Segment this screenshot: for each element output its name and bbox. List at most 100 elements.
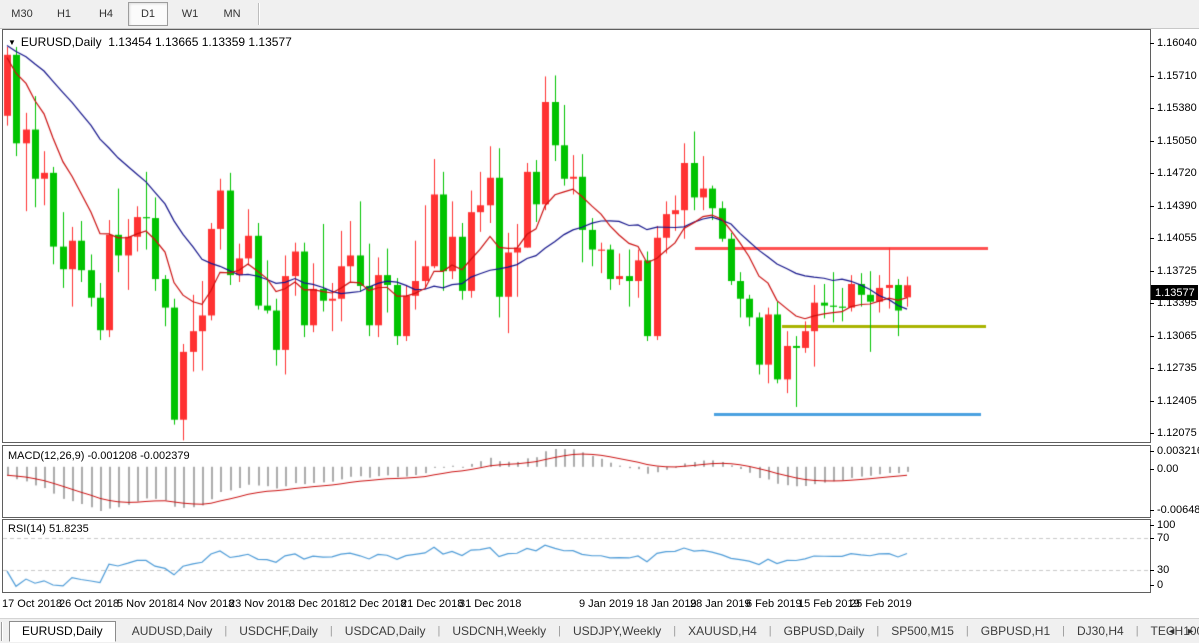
price-tick-label: 1.14055 <box>1157 232 1197 244</box>
axis-tick-dash <box>1150 368 1154 369</box>
price-tick: 1.13065 <box>1150 330 1199 342</box>
chevron-down-icon[interactable]: ▼ <box>8 38 16 47</box>
date-label: 31 Dec 2018 <box>459 598 521 610</box>
rsi-title: RSI(14) 51.8235 <box>8 523 89 535</box>
price-tick: 1.14720 <box>1150 167 1199 179</box>
rsi-tick-label: 70 <box>1157 532 1169 544</box>
axis-tick-dash <box>1150 525 1154 526</box>
tab-scroll-left-icon[interactable]: ◄ <box>1167 626 1176 637</box>
axis-tick-dash <box>1150 585 1154 586</box>
price-tick: 1.15380 <box>1150 102 1199 114</box>
price-tick: 1.16040 <box>1150 37 1199 49</box>
axis-tick-dash <box>1150 451 1154 452</box>
rsi-tick: 30 <box>1150 564 1199 576</box>
date-label: 26 Oct 2018 <box>59 598 119 610</box>
price-tick-label: 1.14720 <box>1157 167 1197 179</box>
tab-gbpusd[interactable]: GBPUSD,H1 <box>969 621 1062 642</box>
tab-dj30[interactable]: DJ30,H4 <box>1065 621 1136 642</box>
symbol-ohlc-header: ▼ EURUSD,Daily 1.13454 1.13665 1.13359 1.… <box>8 35 292 49</box>
axis-tick-dash <box>1150 401 1154 402</box>
tab-xauusd[interactable]: XAUUSD,H4 <box>676 621 769 642</box>
rsi-tick: 70 <box>1150 532 1199 544</box>
timeframe-button-mn[interactable]: MN <box>212 2 252 26</box>
rsi-indicator-pane <box>2 519 1151 593</box>
timeframe-button-h1[interactable]: H1 <box>44 2 84 26</box>
axis-tick-dash <box>1150 469 1154 470</box>
macd-tick: 0.003216 <box>1150 445 1199 457</box>
rsi-canvas[interactable] <box>3 520 1150 592</box>
date-label: 23 Nov 2018 <box>229 598 291 610</box>
date-label: 12 Dec 2018 <box>344 598 406 610</box>
price-tick-label: 1.15710 <box>1157 70 1197 82</box>
timeframe-button-d1[interactable]: D1 <box>128 2 168 26</box>
axis-tick-dash <box>1150 538 1154 539</box>
date-label: 17 Oct 2018 <box>2 598 62 610</box>
axis-tick-dash <box>1150 570 1154 571</box>
axis-tick-dash <box>1150 303 1154 304</box>
date-label: 21 Dec 2018 <box>401 598 463 610</box>
chart-tabbar: EURUSD,DailyAUDUSD,Daily|USDCHF,Daily|US… <box>0 618 1199 643</box>
price-tick: 1.15710 <box>1150 70 1199 82</box>
price-tick: 1.15050 <box>1150 135 1199 147</box>
axis-tick-dash <box>1150 173 1154 174</box>
axis-tick-dash <box>1150 76 1154 77</box>
tab-sp500[interactable]: SP500,M15 <box>879 621 966 642</box>
price-tick: 1.14390 <box>1150 200 1199 212</box>
axis-tick-dash <box>1150 206 1154 207</box>
axis-tick-dash <box>1150 238 1154 239</box>
price-chart-canvas[interactable] <box>3 30 1150 442</box>
date-label: 9 Jan 2019 <box>579 598 633 610</box>
tab-usdchf[interactable]: USDCHF,Daily <box>227 621 330 642</box>
axis-tick-dash <box>1150 336 1154 337</box>
tab-eurusd[interactable]: EURUSD,Daily <box>9 621 116 642</box>
tab-usdcnh[interactable]: USDCNH,Weekly <box>440 621 558 642</box>
timeframe-button-m30[interactable]: M30 <box>2 2 42 26</box>
rsi-tick-label: 0 <box>1157 579 1163 591</box>
current-price-tag: 1.13577 <box>1151 285 1198 300</box>
price-tick-label: 1.14390 <box>1157 200 1197 212</box>
tabs-holder: EURUSD,DailyAUDUSD,Daily|USDCHF,Daily|US… <box>3 621 1199 642</box>
date-label: 18 Jan 2019 <box>636 598 697 610</box>
macd-tick-label: 0.003216 <box>1157 445 1199 457</box>
tab-usdjpy[interactable]: USDJPY,Weekly <box>561 621 673 642</box>
price-tick: 1.12735 <box>1150 362 1199 374</box>
tab-audusd[interactable]: AUDUSD,Daily <box>120 621 225 642</box>
price-tick-label: 1.12405 <box>1157 395 1197 407</box>
rsi-tick-label: 100 <box>1157 519 1175 531</box>
trading-terminal-window: M30H1H4D1W1MN ▼ EURUSD,Daily 1.13454 1.13… <box>0 0 1199 643</box>
price-tick-label: 1.12075 <box>1157 427 1197 439</box>
rsi-tick: 0 <box>1150 579 1199 591</box>
axis-tick-dash <box>1150 108 1154 109</box>
axis-tick-dash <box>1150 510 1154 511</box>
price-tick-label: 1.12735 <box>1157 362 1197 374</box>
macd-tick: -0.006485 <box>1150 504 1199 516</box>
price-tick-label: 1.15050 <box>1157 135 1197 147</box>
axis-tick-dash <box>1150 271 1154 272</box>
timeframe-button-h4[interactable]: H4 <box>86 2 126 26</box>
tab-gbpusd[interactable]: GBPUSD,Daily <box>772 621 877 642</box>
date-label: 5 Nov 2018 <box>117 598 173 610</box>
date-label: 25 Feb 2019 <box>850 598 912 610</box>
tab-scroll-right-icon[interactable]: ► <box>1186 626 1195 637</box>
macd-title: MACD(12,26,9) -0.001208 -0.002379 <box>8 450 190 462</box>
price-chart-pane <box>2 29 1151 443</box>
date-label: 3 Dec 2018 <box>289 598 345 610</box>
timeframe-toolbar: M30H1H4D1W1MN <box>0 0 1199 29</box>
axis-tick-dash <box>1150 43 1154 44</box>
price-tick-label: 1.15380 <box>1157 102 1197 114</box>
timeframe-button-w1[interactable]: W1 <box>170 2 210 26</box>
macd-tick-label: -0.006485 <box>1157 504 1199 516</box>
price-tick-label: 1.13725 <box>1157 265 1197 277</box>
axis-tick-dash <box>1150 141 1154 142</box>
price-tick: 1.13725 <box>1150 265 1199 277</box>
ohlc-values: 1.13454 1.13665 1.13359 1.13577 <box>108 35 292 49</box>
tab-scroll-arrows: ◄ ► <box>1167 626 1195 637</box>
date-label: 28 Jan 2019 <box>690 598 751 610</box>
date-label: 6 Feb 2019 <box>746 598 802 610</box>
price-tick-label: 1.16040 <box>1157 37 1197 49</box>
date-label: 14 Nov 2018 <box>172 598 234 610</box>
tab-usdcad[interactable]: USDCAD,Daily <box>333 621 438 642</box>
macd-tick: 0.00 <box>1150 463 1199 475</box>
symbol-label: EURUSD,Daily <box>21 35 102 49</box>
price-tick: 1.12075 <box>1150 427 1199 439</box>
